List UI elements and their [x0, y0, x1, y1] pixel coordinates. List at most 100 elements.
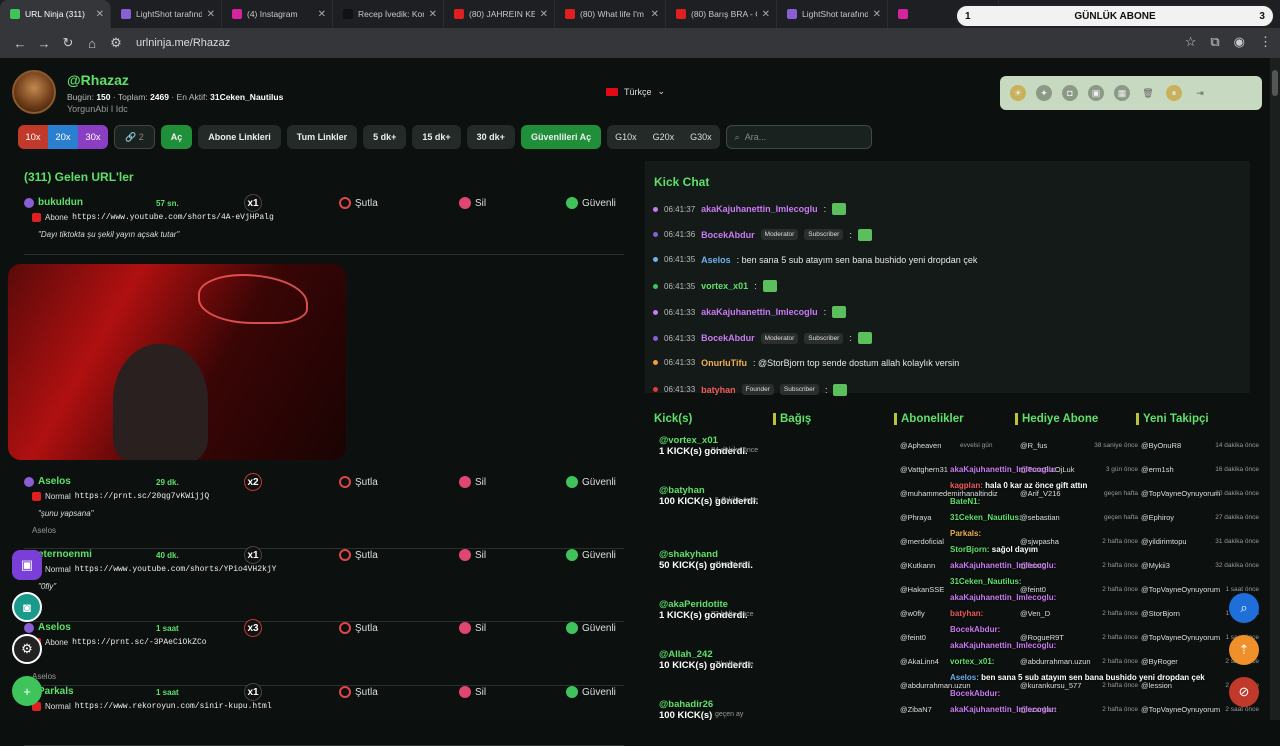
- open-button[interactable]: Aç: [160, 125, 193, 149]
- bookmark-star-icon[interactable]: ☆: [1185, 34, 1197, 50]
- delete-button[interactable]: Sil: [459, 197, 486, 209]
- safe-button[interactable]: Güvenli: [566, 549, 616, 561]
- chat-username[interactable]: akaKajuhanettin_Imlecoglu: [701, 204, 818, 214]
- chat-username[interactable]: batyhan: [701, 385, 736, 395]
- gift-sub-user[interactable]: @kurankursu_577: [1020, 681, 1081, 690]
- twitch-icon[interactable]: ▣: [12, 550, 42, 580]
- subscriber-links-button[interactable]: Abone Linkleri: [198, 125, 281, 149]
- kick-out-button[interactable]: Şutla: [339, 197, 378, 209]
- kick-icon[interactable]: ◙: [12, 592, 42, 622]
- close-icon[interactable]: ✕: [429, 9, 437, 20]
- user-remove-fab-icon[interactable]: ⊘: [1229, 677, 1259, 707]
- calendar-icon[interactable]: ▦: [1114, 85, 1130, 101]
- follower-user[interactable]: @ByOnuR8: [1141, 441, 1181, 450]
- follower-user[interactable]: @Ephiroy: [1141, 513, 1174, 522]
- profile-icon[interactable]: ◉: [1234, 34, 1245, 50]
- browser-tab[interactable]: URL Ninja (311) ✕: [0, 0, 111, 28]
- g20x-button[interactable]: G20x: [645, 125, 683, 149]
- subscription-user[interactable]: @Vattghern31: [900, 465, 948, 474]
- row-link[interactable]: Normal https://prnt.sc/20qg7vKWijjQ: [32, 492, 209, 501]
- row-user[interactable]: Aselos: [24, 476, 71, 487]
- sun-icon[interactable]: ☀: [1010, 85, 1026, 101]
- subscription-user[interactable]: @Kutkann: [900, 561, 935, 570]
- subscription-user[interactable]: @feint0: [900, 633, 926, 642]
- close-icon[interactable]: ✕: [873, 9, 881, 20]
- safe-button[interactable]: Güvenli: [566, 686, 616, 698]
- settings-icon[interactable]: ⚙: [12, 634, 42, 664]
- top-fab-icon[interactable]: ⇡: [1229, 635, 1259, 665]
- follower-user[interactable]: @ByRoger: [1141, 657, 1178, 666]
- follower-user[interactable]: @TopVayneOynuyorum: [1141, 585, 1220, 594]
- reload-icon[interactable]: ↻: [56, 35, 80, 51]
- kick-out-button[interactable]: Şutla: [339, 686, 378, 698]
- subscription-user[interactable]: @muhammedemirhanaltindiz: [900, 489, 998, 498]
- subscription-user[interactable]: @AkaLinn4: [900, 657, 939, 666]
- kick-out-button[interactable]: Şutla: [339, 622, 378, 634]
- filter-20x-button[interactable]: 20x: [48, 125, 78, 149]
- safe-button[interactable]: Güvenli: [566, 476, 616, 488]
- chat-username[interactable]: BocekAbdur: [701, 333, 755, 343]
- close-icon[interactable]: ✕: [651, 9, 659, 20]
- kick-user[interactable]: @bahadir26: [659, 699, 769, 710]
- browser-tab[interactable]: Recep İvedik: Kom ✕: [333, 0, 444, 28]
- page-scrollbar[interactable]: [1270, 58, 1280, 720]
- g30x-button[interactable]: G30x: [682, 125, 720, 149]
- row-link[interactable]: Abone https://www.youtube.com/shorts/4A-e…: [32, 213, 274, 222]
- row-link[interactable]: Abone https://prnt.sc/-3PAeCiOkZCo: [32, 638, 207, 647]
- menu-icon[interactable]: ⋮: [1259, 34, 1272, 50]
- kick-out-button[interactable]: Şutla: [339, 549, 378, 561]
- 30min-button[interactable]: 30 dk+: [466, 125, 515, 149]
- language-select[interactable]: Türkçe ⌄: [606, 86, 665, 97]
- delete-button[interactable]: Sil: [459, 476, 486, 488]
- subscription-user[interactable]: @HakanSSE: [900, 585, 944, 594]
- twitter-icon[interactable]: ✦: [1036, 85, 1052, 101]
- scrollbar-thumb[interactable]: [1272, 70, 1278, 96]
- safe-button[interactable]: Güvenli: [566, 622, 616, 634]
- delete-button[interactable]: Sil: [459, 622, 486, 634]
- row-link[interactable]: Normal https://www.rekoroyun.com/sinir-ku…: [32, 702, 272, 711]
- browser-tab[interactable]: LightShot tarafında ✕: [111, 0, 222, 28]
- gift-sub-user[interactable]: @Arif_V216: [1020, 489, 1061, 498]
- g10x-button[interactable]: G10x: [607, 125, 645, 149]
- 15min-button[interactable]: 15 dk+: [412, 125, 461, 149]
- chat-username[interactable]: vortex_x01: [701, 281, 748, 291]
- link-url[interactable]: https://www.youtube.com/shorts/YPio4VH2k…: [75, 565, 277, 574]
- filter-10x-button[interactable]: 10x: [18, 125, 48, 149]
- add-user-icon[interactable]: +: [12, 676, 42, 706]
- trash-icon[interactable]: 🗑: [1140, 85, 1156, 101]
- link-url[interactable]: https://www.youtube.com/shorts/4A-eVjHPa…: [72, 213, 274, 222]
- follower-user[interactable]: @TopVayneOynuyorum: [1141, 705, 1220, 714]
- gift-sub-user[interactable]: @sebastian: [1020, 513, 1060, 522]
- gift-sub-user[interactable]: @abdurrahman.uzun: [1020, 657, 1091, 666]
- subscription-user[interactable]: @Apheaven: [900, 441, 941, 450]
- row-user[interactable]: bukuldun: [24, 197, 83, 208]
- chat-username[interactable]: BocekAbdur: [701, 230, 755, 240]
- kick-out-button[interactable]: Şutla: [339, 476, 378, 488]
- 5min-button[interactable]: 5 dk+: [363, 125, 407, 149]
- safe-button[interactable]: Güvenli: [566, 197, 616, 209]
- url-field[interactable]: urlninja.me/Rhazaz: [136, 37, 230, 49]
- extensions-icon[interactable]: ⧉: [1210, 34, 1219, 50]
- follower-user[interactable]: @TopVayneOynuyorum: [1141, 633, 1220, 642]
- gift-sub-user[interactable]: @Ven_D: [1020, 609, 1050, 618]
- kick-user[interactable]: @shakyhand: [659, 549, 769, 560]
- browser-tab[interactable]: (80) JAHREIN KEN ✕: [444, 0, 555, 28]
- lock-icon[interactable]: ▣: [1088, 85, 1104, 101]
- subscription-user[interactable]: @ZibaN7: [900, 705, 932, 714]
- follower-user[interactable]: @Mykii3: [1141, 561, 1170, 570]
- close-icon[interactable]: ✕: [540, 9, 548, 20]
- subscription-user[interactable]: @Phraya: [900, 513, 931, 522]
- open-safe-button[interactable]: Güvenlileri Aç: [520, 125, 602, 149]
- link-url[interactable]: https://www.rekoroyun.com/sinir-kupu.htm…: [75, 702, 272, 711]
- chat-username[interactable]: akaKajuhanettin_Imlecoglu: [701, 307, 818, 317]
- row-link[interactable]: Normal https://www.youtube.com/shorts/YPi…: [32, 565, 276, 574]
- kick-user[interactable]: @vortex_x01: [659, 435, 769, 446]
- kick-user[interactable]: @Allah_242: [659, 649, 769, 660]
- follower-user[interactable]: @erm1sh: [1141, 465, 1174, 474]
- camera-icon[interactable]: ◘: [1062, 85, 1078, 101]
- search-input[interactable]: ⌕ Ara...: [725, 125, 872, 149]
- back-icon[interactable]: ←: [8, 36, 32, 51]
- search-fab-icon[interactable]: ⌕: [1229, 593, 1259, 623]
- link-url[interactable]: https://prnt.sc/-3PAeCiOkZCo: [72, 638, 206, 647]
- browser-tab[interactable]: (80) What life I'm ✕: [555, 0, 666, 28]
